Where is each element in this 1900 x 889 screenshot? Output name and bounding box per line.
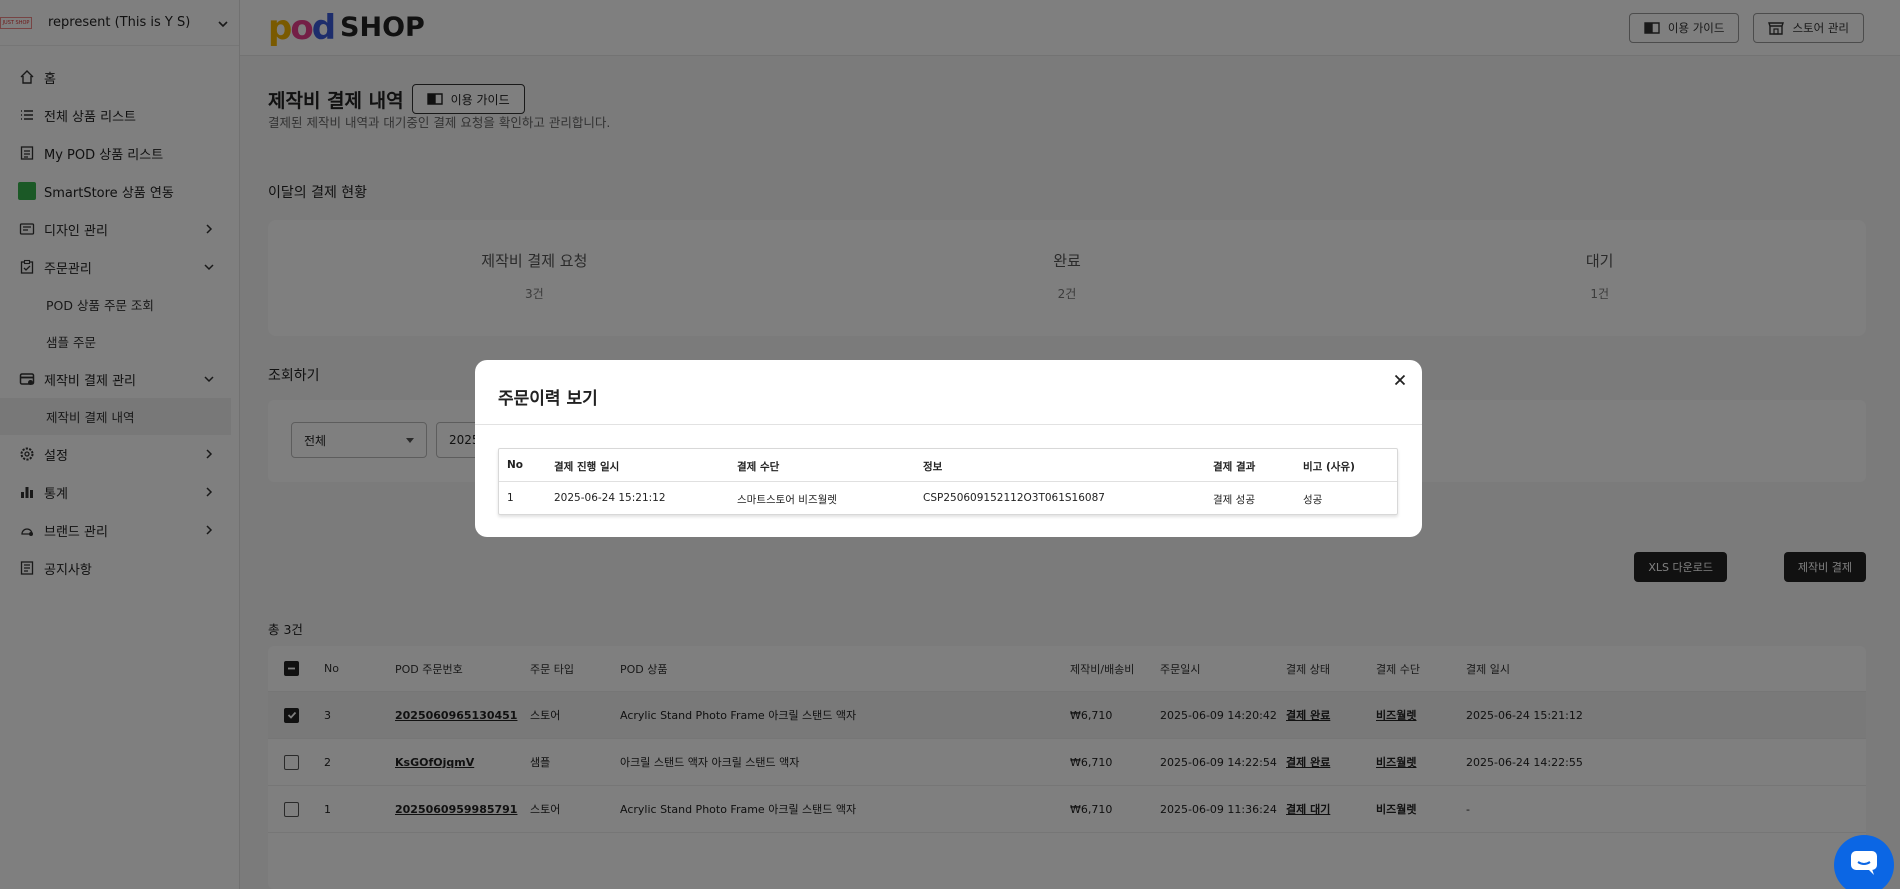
column-header: 정보 [923,461,943,473]
history-result: 결제 성공 [1213,494,1255,506]
history-no: 1 [507,492,514,504]
chat-button[interactable] [1834,835,1894,889]
order-history-table: No 결제 진행 일시 결제 수단 정보 결제 결과 비고 (사유) 1 202… [498,448,1398,515]
history-datetime: 2025-06-24 15:21:12 [554,492,666,504]
column-header: 결제 진행 일시 [554,461,620,473]
modal-title: 주문이력 보기 [498,389,598,409]
modal-divider [475,424,1422,425]
column-header: No [507,459,524,471]
history-method: 스마트스토어 비즈월렛 [737,494,837,506]
close-icon[interactable] [1390,370,1410,390]
column-header: 비고 (사유) [1303,461,1355,473]
order-history-modal: 주문이력 보기 No 결제 진행 일시 결제 수단 정보 결제 결과 비고 (사… [475,360,1422,537]
modal-table-header: No 결제 진행 일시 결제 수단 정보 결제 결과 비고 (사유) [499,449,1397,482]
column-header: 결제 수단 [737,461,780,473]
chat-bubble-icon [1850,850,1878,880]
column-header: 결제 결과 [1213,461,1256,473]
history-note: 성공 [1303,494,1323,506]
history-info: CSP250609152112O3T061S16087 [923,492,1105,504]
modal-table-row: 1 2025-06-24 15:21:12 스마트스토어 비즈월렛 CSP250… [499,482,1397,515]
